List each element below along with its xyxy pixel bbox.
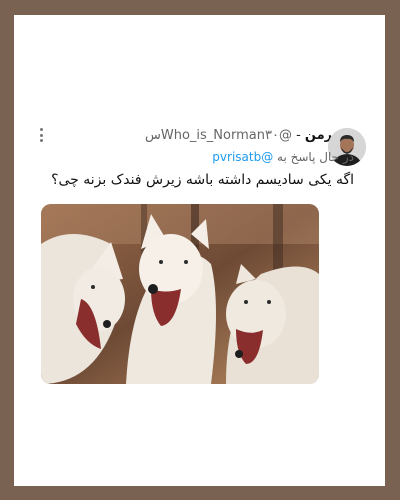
more-options-icon[interactable]	[38, 128, 44, 142]
reply-context: در حال پاسخ به @pvrisatb	[212, 148, 354, 166]
reply-mention-link[interactable]: @pvrisatb	[212, 150, 273, 164]
header-dash: -	[291, 128, 305, 143]
tweet-text: اگه یکی سادیسم داشته باشه زیرش فندک بزنه…	[51, 172, 354, 188]
reply-prefix: در حال پاسخ به	[277, 150, 354, 164]
tweet-media-image[interactable]	[41, 204, 319, 384]
tweet-header: - نورمن - @Who_is_Norman۳۰س	[145, 127, 354, 145]
